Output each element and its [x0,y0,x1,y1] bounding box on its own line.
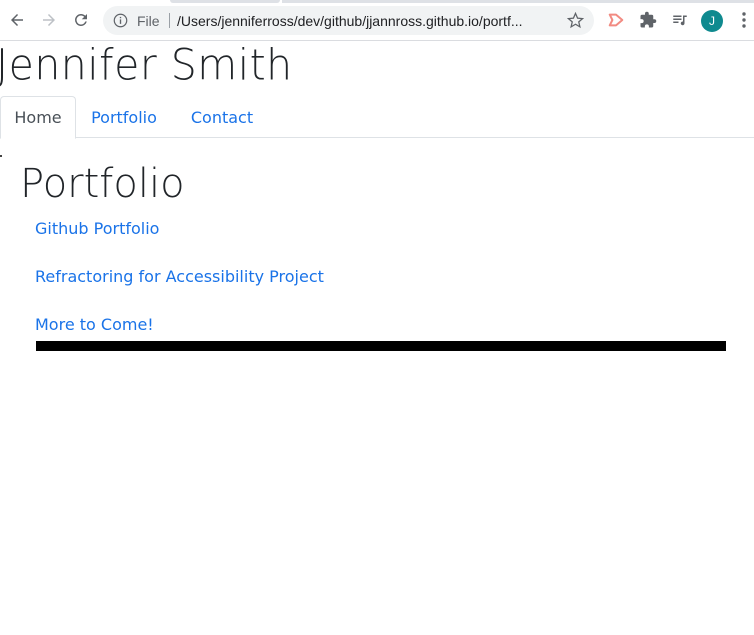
media-queue-icon[interactable] [671,11,689,29]
cast-extension-icon[interactable] [607,11,625,29]
black-bar [36,341,726,351]
browser-toolbar: File /Users/jenniferross/dev/github/jjan… [0,0,754,41]
tab-strip-edge [170,0,280,3]
link-github-portfolio[interactable]: Github Portfolio [35,219,159,238]
back-button[interactable] [5,8,29,32]
tab-portfolio[interactable]: Portfolio [80,96,168,138]
address-bar[interactable]: File /Users/jenniferross/dev/github/jjan… [103,6,594,35]
scheme-label: File [137,13,160,29]
artifact-mark [0,155,2,157]
tab-home[interactable]: Home [0,96,76,139]
avatar[interactable]: J [701,10,723,32]
reload-icon [75,13,87,26]
page-title: Portfolio [20,161,185,207]
reload-button[interactable] [69,8,93,32]
puzzle-extensions-icon[interactable] [639,11,657,29]
arrow-left-icon [11,14,23,26]
url-text[interactable]: /Users/jenniferross/dev/github/jjannross… [177,13,559,29]
star-icon[interactable] [567,12,584,29]
forward-button[interactable] [37,8,61,32]
tab-strip-edge [282,0,754,3]
tab-contact[interactable]: Contact [176,96,268,138]
link-more-to-come[interactable]: More to Come! [35,315,154,334]
site-title: Jennifer Smith [0,39,293,91]
nav-tabs: Home Portfolio Contact [0,96,754,139]
info-icon[interactable] [113,13,128,28]
divider [169,13,170,28]
arrow-right-icon [43,14,55,26]
link-accessibility-project[interactable]: Refractoring for Accessibility Project [35,267,324,286]
more-menu-icon[interactable] [737,11,751,29]
page-content: Jennifer Smith Home Portfolio Contact Po… [0,39,754,635]
